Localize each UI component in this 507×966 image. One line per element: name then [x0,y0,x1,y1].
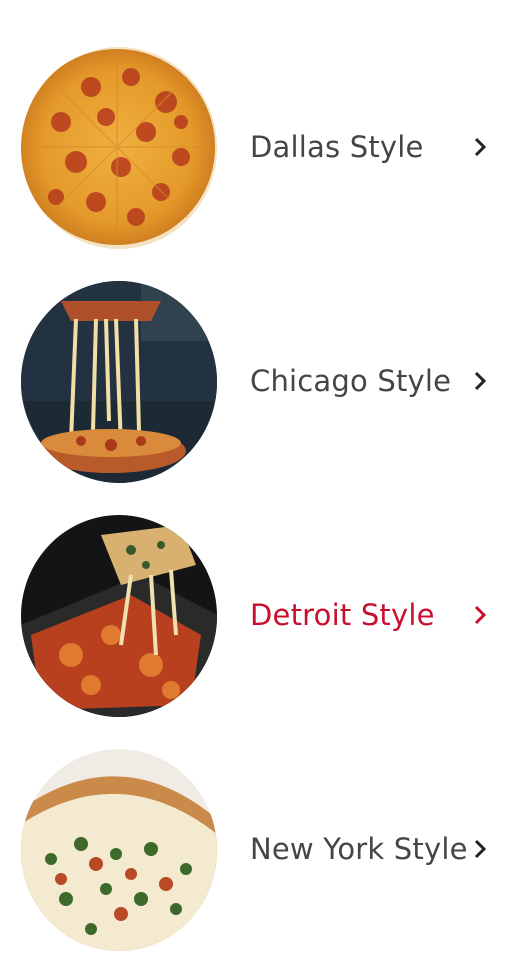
menu-item-new-york-style[interactable]: New York Style [0,732,507,966]
pizza-pepperoni-photo [21,47,217,249]
chevron-right-icon [469,604,491,626]
chevron-right-icon [469,838,491,860]
pizza-new-york-photo [21,749,217,951]
menu-item-label: Detroit Style [250,598,435,632]
pizza-style-list: Dallas Style Chicago Style Detroit Style… [0,0,507,951]
menu-item-label: New York Style [250,832,468,866]
menu-item-label: Dallas Style [250,130,424,164]
pizza-deep-dish-photo [21,281,217,483]
chevron-right-icon [469,370,491,392]
menu-item-detroit-style[interactable]: Detroit Style [0,498,507,732]
chevron-right-icon [469,136,491,158]
pizza-detroit-photo [21,515,217,717]
menu-item-label: Chicago Style [250,364,452,398]
menu-item-dallas-style[interactable]: Dallas Style [0,30,507,264]
menu-item-chicago-style[interactable]: Chicago Style [0,264,507,498]
